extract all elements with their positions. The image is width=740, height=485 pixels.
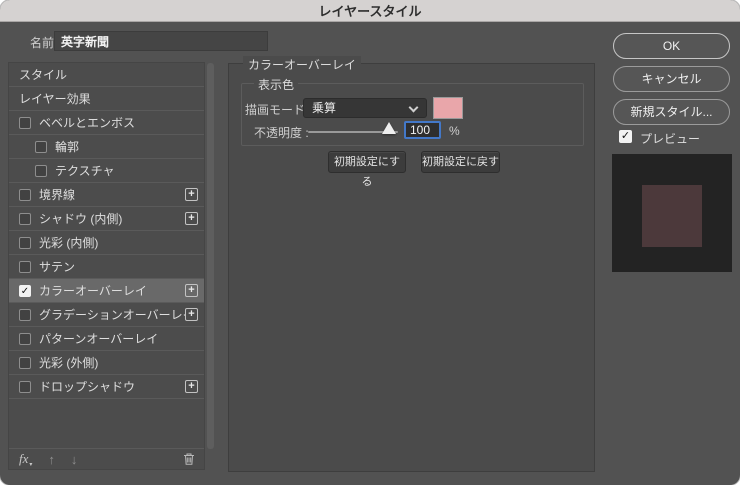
fx-menu-icon[interactable]: fx — [19, 451, 32, 468]
effect-checkbox[interactable] — [19, 308, 31, 321]
opacity-label: 不透明度 : — [254, 126, 309, 140]
add-instance-plus-icon[interactable]: + — [185, 308, 198, 321]
sidebar-item[interactable]: ベベルとエンボス — [9, 111, 204, 135]
sidebar-item-label: テクスチャ — [55, 164, 115, 178]
layer-style-dialog: レイヤースタイル 名前 : スタイルレイヤー効果ベベルとエンボス輪郭テクスチャ境… — [0, 0, 740, 485]
effect-checkbox[interactable] — [19, 188, 31, 201]
ok-button[interactable]: OK — [613, 33, 730, 59]
effect-checkbox[interactable]: ✓ — [19, 284, 31, 297]
add-instance-plus-icon[interactable]: + — [185, 380, 198, 393]
blend-mode-dropdown[interactable]: 乗算 — [303, 98, 427, 118]
group-title: 表示色 — [254, 76, 299, 93]
add-instance-plus-icon[interactable]: + — [185, 188, 198, 201]
make-default-button[interactable]: 初期設定にする — [328, 151, 406, 188]
cancel-button[interactable]: キャンセル — [613, 66, 730, 92]
sidebar-item-label: 境界線 — [39, 188, 76, 202]
sidebar-scrollbar[interactable] — [207, 63, 214, 449]
color-overlay-panel: カラーオーバーレイ 表示色 描画モード : 乗算 不透明度 : % 初期設定にす… — [228, 56, 595, 472]
sidebar-item-label: グラデーションオーバーレイ — [39, 308, 195, 322]
chevron-down-icon — [408, 102, 419, 113]
trash-icon[interactable] — [182, 452, 196, 466]
color-swatch[interactable] — [433, 97, 463, 119]
sidebar-list: スタイルレイヤー効果ベベルとエンボス輪郭テクスチャ境界線 + シャドウ (内側) + 光… — [9, 63, 204, 399]
sidebar-item-label: レイヤー効果 — [19, 92, 91, 106]
style-preview-thumbnail — [612, 154, 732, 272]
opacity-slider-thumb[interactable] — [382, 122, 396, 134]
preview-square — [642, 185, 702, 247]
sidebar-item[interactable]: レイヤー効果 — [9, 87, 204, 111]
style-name-input[interactable] — [54, 31, 268, 51]
effect-checkbox[interactable] — [19, 260, 31, 273]
effect-checkbox[interactable] — [19, 212, 31, 225]
sidebar-item-label: カラーオーバーレイ — [39, 284, 147, 298]
sidebar-item[interactable]: スタイル — [9, 63, 204, 87]
sidebar-item-label: サテン — [39, 260, 76, 274]
reset-default-button[interactable]: 初期設定に戻す — [421, 151, 500, 173]
effect-checkbox[interactable] — [19, 380, 31, 393]
sidebar-item[interactable]: 輪郭 — [9, 135, 204, 159]
sidebar-item-label: 輪郭 — [55, 140, 80, 154]
sidebar-item-label: ベベルとエンボス — [39, 116, 136, 130]
sidebar-item-label: パターンオーバーレイ — [39, 332, 159, 346]
sidebar-item[interactable]: シャドウ (内側) + — [9, 207, 204, 231]
blend-mode-value: 乗算 — [312, 101, 337, 115]
sidebar-item[interactable]: 境界線 + — [9, 183, 204, 207]
opacity-unit: % — [449, 124, 460, 138]
dialog-title: レイヤースタイル — [318, 4, 422, 19]
sidebar-item[interactable]: 光彩 (外側) — [9, 351, 204, 375]
blend-mode-label: 描画モード : — [245, 103, 312, 117]
sidebar-item-label: 光彩 (内側) — [39, 236, 99, 250]
preview-label: プレビュー — [640, 132, 701, 146]
titlebar[interactable]: レイヤースタイル — [0, 0, 740, 22]
add-instance-plus-icon[interactable]: + — [185, 284, 198, 297]
opacity-input[interactable] — [404, 121, 441, 139]
sidebar-item[interactable]: ✓ カラーオーバーレイ + — [9, 279, 204, 303]
effect-checkbox[interactable] — [19, 356, 31, 369]
sidebar-item-label: 光彩 (外側) — [39, 356, 99, 370]
add-instance-plus-icon[interactable]: + — [185, 212, 198, 225]
sidebar-footer: fx ↑ ↓ — [9, 448, 204, 469]
sidebar-item-label: ドロップシャドウ — [39, 380, 136, 394]
effect-checkbox[interactable] — [19, 116, 31, 129]
effects-sidebar: スタイルレイヤー効果ベベルとエンボス輪郭テクスチャ境界線 + シャドウ (内側) + 光… — [8, 62, 205, 470]
effect-checkbox[interactable] — [35, 164, 47, 177]
effect-checkbox[interactable] — [19, 332, 31, 345]
new-style-button[interactable]: 新規スタイル... — [613, 99, 730, 125]
sidebar-item-label: シャドウ (内側) — [39, 212, 123, 226]
sidebar-item[interactable]: テクスチャ — [9, 159, 204, 183]
move-up-icon[interactable]: ↑ — [48, 452, 55, 467]
move-down-icon[interactable]: ↓ — [71, 452, 78, 467]
effect-checkbox[interactable] — [35, 140, 47, 153]
sidebar-item-label: スタイル — [19, 68, 68, 82]
preview-checkbox[interactable]: ✓ — [619, 130, 632, 143]
effect-checkbox[interactable] — [19, 236, 31, 249]
sidebar-item[interactable]: サテン — [9, 255, 204, 279]
sidebar-item[interactable]: グラデーションオーバーレイ + — [9, 303, 204, 327]
sidebar-item[interactable]: パターンオーバーレイ — [9, 327, 204, 351]
sidebar-item[interactable]: 光彩 (内側) — [9, 231, 204, 255]
section-title: カラーオーバーレイ — [243, 56, 361, 73]
sidebar-item[interactable]: ドロップシャドウ + — [9, 375, 204, 399]
